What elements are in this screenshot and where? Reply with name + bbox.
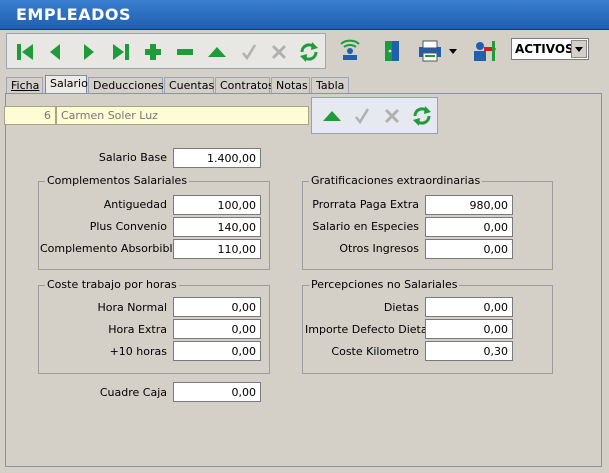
close-icon — [271, 44, 287, 60]
status-filter-select[interactable]: ACTIVOS — [511, 38, 589, 60]
tab-notas[interactable]: Notas — [271, 77, 310, 93]
salario-especies-label: Salario en Especies — [312, 220, 419, 233]
minus-icon — [177, 49, 193, 55]
refresh-button[interactable] — [295, 38, 323, 66]
dietas-input[interactable]: 0,00 — [425, 297, 513, 317]
triangle-up-icon — [323, 111, 341, 121]
coste-kilometro-label: Coste Kilometro — [331, 345, 419, 358]
employee-id-field: 6 — [4, 106, 56, 125]
complementos-salariales-title: Complementos Salariales — [45, 174, 190, 187]
prorrata-paga-extra-label: Prorrata Paga Extra — [312, 198, 419, 211]
hora-extra-input[interactable]: 0,00 — [173, 319, 261, 339]
tab-salario[interactable]: Salario — [45, 75, 88, 94]
user-transfer-icon — [474, 41, 496, 61]
hora-normal-input[interactable]: 0,00 — [173, 297, 261, 317]
refresh-icon — [413, 106, 431, 126]
wireless-button[interactable] — [336, 37, 364, 65]
close-icon — [384, 108, 400, 124]
salario-base-input[interactable]: 1.400,00 — [173, 148, 261, 168]
previous-record-button[interactable] — [41, 38, 69, 66]
record-edit-toolbar — [311, 97, 438, 134]
salario-especies-input[interactable]: 0,00 — [425, 217, 513, 237]
gratificaciones-title: Gratificaciones extraordinarias — [309, 174, 483, 187]
refresh-salary-button[interactable] — [408, 102, 436, 130]
chevron-down-icon — [449, 49, 457, 54]
tab-ficha[interactable]: Ficha — [6, 77, 43, 93]
door-exit-button[interactable] — [378, 37, 406, 65]
employee-name-field: Carmen Soler Luz — [56, 106, 309, 125]
window-titlebar: EMPLEADOS — [0, 0, 609, 30]
tab-tabla[interactable]: Tabla — [311, 77, 349, 93]
plus-convenio-input[interactable]: 140,00 — [173, 217, 261, 237]
tab-deducciones[interactable]: Deducciones — [88, 77, 164, 93]
tab-deducciones-label: Deducciones — [93, 79, 164, 92]
refresh-icon — [300, 42, 318, 62]
salario-base-label: Salario Base — [98, 151, 167, 164]
complemento-absorbible-label: Complemento Absorbible — [40, 242, 180, 255]
tab-ficha-label: Ficha — [11, 79, 40, 92]
last-record-icon — [113, 44, 129, 60]
next-icon — [84, 44, 94, 60]
status-filter-dropdown-button[interactable] — [571, 40, 587, 58]
printer-icon — [419, 40, 441, 62]
wifi-signal-icon — [340, 39, 360, 60]
mas-10-horas-input[interactable]: 0,00 — [173, 341, 261, 361]
dietas-label: Dietas — [383, 301, 419, 314]
coste-kilometro-input[interactable]: 0,30 — [425, 341, 513, 361]
otros-ingresos-input[interactable]: 0,00 — [425, 239, 513, 259]
tab-salario-label: Salario — [50, 77, 88, 90]
navigation-toolbar-group — [6, 33, 326, 69]
otros-ingresos-label: Otros Ingresos — [339, 242, 419, 255]
check-icon — [355, 108, 370, 125]
complemento-absorbible-input[interactable]: 110,00 — [173, 239, 261, 259]
cuadre-caja-input[interactable]: 0,00 — [173, 382, 261, 402]
importe-defecto-dietas-label: Importe Defecto Dietas — [305, 323, 434, 336]
hora-normal-label: Hora Normal — [97, 301, 167, 314]
antiguedad-input[interactable]: 100,00 — [173, 195, 261, 215]
mas-10-horas-label: +10 horas — [109, 345, 167, 358]
last-record-button[interactable] — [107, 38, 135, 66]
confirm-button — [235, 38, 263, 66]
chevron-down-icon — [575, 47, 583, 52]
print-button[interactable] — [416, 37, 444, 65]
importe-defecto-dietas-input[interactable]: 0,00 — [425, 319, 513, 339]
triangle-up-icon — [208, 47, 226, 57]
cancel-salary-button — [378, 102, 406, 130]
prorrata-paga-extra-input[interactable]: 980,00 — [425, 195, 513, 215]
cancel-button — [265, 38, 293, 66]
plus-icon — [145, 44, 161, 60]
window-title: EMPLEADOS — [16, 5, 131, 24]
hora-extra-label: Hora Extra — [108, 323, 167, 336]
first-record-icon — [17, 44, 33, 60]
tab-contratos[interactable]: Contratos — [215, 77, 274, 93]
transfer-button[interactable] — [470, 37, 498, 65]
delete-record-button[interactable] — [171, 38, 199, 66]
status-filter-value: ACTIVOS — [515, 42, 574, 56]
main-toolbar: ACTIVOS — [6, 33, 600, 69]
percepciones-title: Percepciones no Salariales — [309, 278, 460, 291]
tab-cuentas-label: Cuentas — [169, 79, 215, 92]
coste-horas-title: Coste trabajo por horas — [45, 278, 179, 291]
tab-notas-label: Notas — [276, 79, 308, 92]
add-record-button[interactable] — [139, 38, 167, 66]
plus-convenio-label: Plus Convenio — [89, 220, 167, 233]
print-options-dropdown[interactable] — [446, 37, 460, 65]
tab-tabla-label: Tabla — [316, 79, 345, 92]
cuadre-caja-label: Cuadre Caja — [99, 386, 167, 399]
edit-record-button[interactable] — [203, 38, 231, 66]
edit-salary-button[interactable] — [318, 102, 346, 130]
check-icon — [242, 44, 257, 61]
previous-icon — [50, 44, 60, 60]
tab-cuentas[interactable]: Cuentas — [164, 77, 214, 93]
tab-contratos-label: Contratos — [220, 79, 274, 92]
first-record-button[interactable] — [11, 38, 39, 66]
door-icon — [385, 41, 399, 61]
confirm-salary-button — [348, 102, 376, 130]
antiguedad-label: Antiguedad — [103, 198, 167, 211]
next-record-button[interactable] — [75, 38, 103, 66]
